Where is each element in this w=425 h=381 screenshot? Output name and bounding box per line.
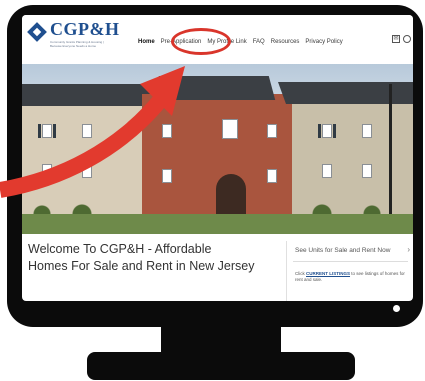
window	[322, 164, 332, 178]
divider	[293, 261, 408, 262]
screen: CGP&H Community Grants Planning & Housin…	[22, 15, 413, 301]
listings-title[interactable]: See Units for Sale and Rent Now	[295, 247, 390, 254]
monitor-stand-base	[87, 352, 355, 380]
right-roof	[277, 82, 413, 104]
left-roof	[22, 84, 157, 106]
welcome-heading: Welcome To CGP&H - Affordable Homes For …	[28, 241, 278, 275]
left-building	[22, 99, 142, 219]
logo-name[interactable]: CGP&H	[50, 19, 120, 40]
highlight-circle	[171, 28, 231, 55]
window	[42, 124, 52, 138]
hero-image	[22, 64, 413, 234]
site-header: CGP&H Community Grants Planning & Housin…	[22, 15, 413, 63]
window	[267, 124, 277, 138]
logo-tagline: Community Grants Planning & Housing | Be…	[50, 40, 104, 48]
header-tools: ✉	[392, 35, 411, 43]
window	[267, 169, 277, 183]
window	[362, 164, 372, 178]
window	[82, 164, 92, 178]
welcome-line-1: Welcome To CGP&H - Affordable	[28, 242, 212, 256]
logo-icon[interactable]	[27, 22, 47, 42]
window	[162, 124, 172, 138]
window	[42, 164, 52, 178]
monitor-frame: CGP&H Community Grants Planning & Housin…	[7, 5, 423, 327]
current-listings-link[interactable]: CURRENT LISTINGS	[306, 271, 350, 276]
listings-panel: See Units for Sale and Rent Now › Click …	[286, 241, 413, 301]
chevron-right-icon[interactable]: ›	[407, 245, 410, 254]
lamp-post	[389, 84, 392, 214]
shutter	[38, 124, 41, 138]
nav-faq[interactable]: FAQ	[253, 39, 265, 45]
shutter	[318, 124, 321, 138]
window	[362, 124, 372, 138]
window	[162, 169, 172, 183]
window	[322, 124, 332, 138]
welcome-line-2: Homes For Sale and Rent in New Jersey	[28, 259, 255, 273]
shutter	[333, 124, 336, 138]
mail-icon[interactable]: ✉	[392, 35, 400, 43]
listings-text-before: Click	[295, 271, 305, 276]
shutter	[53, 124, 56, 138]
window	[82, 124, 92, 138]
right-building	[292, 99, 413, 219]
nav-resources[interactable]: Resources	[271, 39, 300, 45]
listings-text: Click CURRENT LISTINGS to see listings o…	[295, 271, 407, 283]
nav-home[interactable]: Home	[138, 39, 155, 45]
search-icon[interactable]	[403, 35, 411, 43]
lawn	[22, 214, 413, 234]
center-roof	[158, 76, 276, 100]
nav-privacy-policy[interactable]: Privacy Policy	[305, 39, 342, 45]
window	[222, 119, 238, 139]
power-indicator	[393, 305, 400, 312]
